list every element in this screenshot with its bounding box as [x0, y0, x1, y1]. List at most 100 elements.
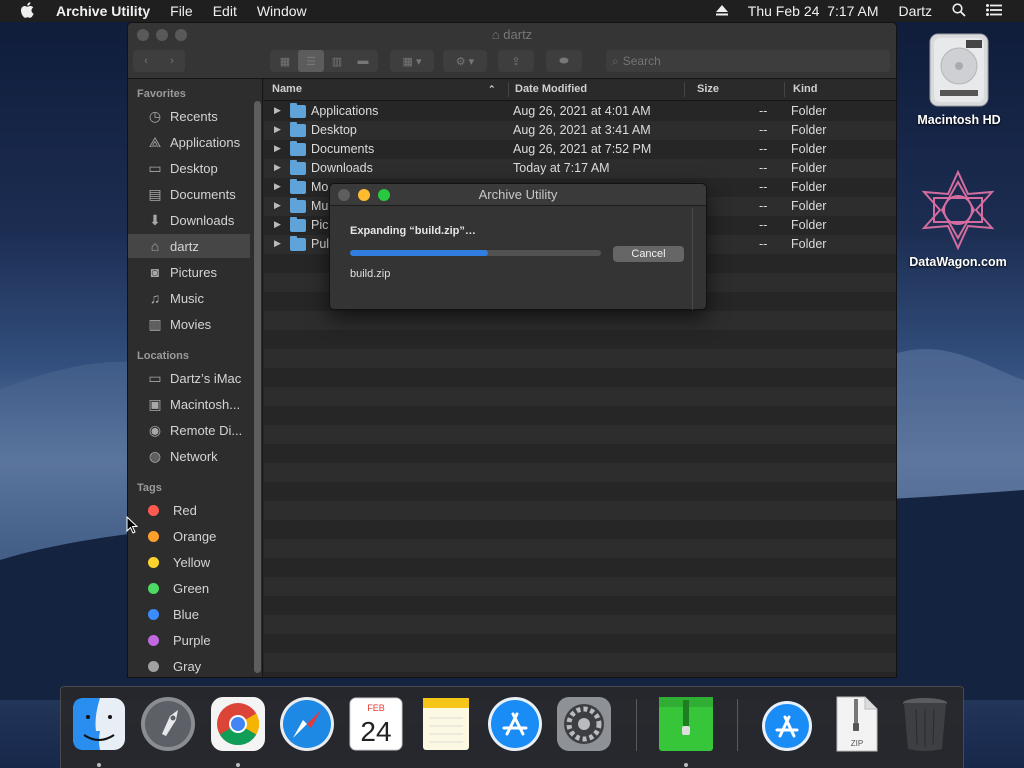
disclosure-triangle-icon[interactable]: ▶: [274, 200, 281, 211]
dock-downloads-stack[interactable]: [759, 696, 815, 752]
sidebar-tag-orange[interactable]: Orange: [128, 524, 250, 548]
sidebar-tag-blue[interactable]: Blue: [128, 602, 250, 626]
disclosure-triangle-icon[interactable]: ▶: [274, 162, 281, 173]
archive-filename: build.zip: [350, 268, 391, 280]
share-button[interactable]: ⇪: [498, 50, 534, 72]
column-view-icon[interactable]: ▥: [324, 50, 350, 72]
action-button[interactable]: ⚙ ▾: [443, 50, 487, 72]
sidebar-item-label: Documents: [170, 186, 236, 202]
icon-view-icon[interactable]: ▦: [272, 50, 298, 72]
control-center-icon[interactable]: [976, 3, 1024, 19]
calendar-icon: FEB 24: [349, 697, 403, 751]
apple-icon[interactable]: [0, 1, 46, 21]
sidebar-item-label: Applications: [170, 134, 241, 150]
menu-app-name[interactable]: Archive Utility: [46, 3, 160, 19]
desktop-icon-datawagon[interactable]: DataWagon.com: [903, 168, 1013, 269]
table-row[interactable]: ▶ Documents Aug 26, 2021 at 7:52 PM -- Folde…: [264, 140, 896, 159]
column-header-size[interactable]: Size: [697, 83, 719, 95]
menu-file[interactable]: File: [160, 3, 203, 19]
sidebar-item-dartz[interactable]: ⌂ dartz: [128, 234, 250, 258]
row-name: Desktop: [311, 123, 357, 137]
column-divider[interactable]: [684, 82, 685, 97]
sort-ascending-icon[interactable]: ⌃: [488, 84, 496, 95]
safari-icon: [280, 697, 334, 751]
disclosure-triangle-icon[interactable]: ▶: [274, 143, 281, 154]
sidebar-item-macintosh-hd[interactable]: ▣ Macintosh...: [128, 392, 250, 416]
row-size: --: [759, 161, 768, 175]
sidebar-tag-green[interactable]: Green: [128, 576, 250, 600]
disclosure-triangle-icon[interactable]: ▶: [274, 105, 281, 116]
disclosure-triangle-icon[interactable]: ▶: [274, 219, 281, 230]
sidebar-item-documents[interactable]: ▤ Documents: [128, 182, 250, 206]
table-row[interactable]: ▶ Desktop Aug 26, 2021 at 3:41 AM -- Folder: [264, 121, 896, 140]
row-size: --: [759, 237, 768, 251]
column-header-name[interactable]: Name: [272, 83, 302, 95]
calendar-month: FEB: [367, 703, 385, 713]
search-input[interactable]: [622, 54, 873, 68]
forward-button[interactable]: ›: [159, 50, 185, 72]
sidebar-item-pictures[interactable]: ◙ Pictures: [128, 260, 250, 284]
menu-user[interactable]: Dartz: [889, 3, 942, 19]
row-name: Pic: [311, 218, 329, 232]
sidebar-item-applications[interactable]: ⟁ Applications: [128, 130, 250, 154]
row-kind: Folder: [791, 161, 827, 175]
search-field[interactable]: ⌕: [606, 50, 890, 72]
desktop-icon-macintosh-hd[interactable]: Macintosh HD: [904, 30, 1014, 127]
dock-archive-utility[interactable]: [658, 696, 714, 752]
row-size: --: [759, 218, 768, 232]
sidebar-header-tags: Tags: [137, 482, 162, 494]
sidebar-tag-purple[interactable]: Purple: [128, 628, 250, 652]
disc-icon: ◉: [148, 421, 162, 438]
sidebar-item-music[interactable]: ♫ Music: [128, 286, 250, 310]
column-header-date[interactable]: Date Modified: [515, 83, 587, 95]
row-kind: Folder: [791, 123, 827, 137]
sidebar-tag-red[interactable]: Red: [128, 498, 250, 522]
disclosure-triangle-icon[interactable]: ▶: [274, 238, 281, 249]
column-header-kind[interactable]: Kind: [793, 83, 817, 95]
menu-edit[interactable]: Edit: [203, 3, 247, 19]
back-button[interactable]: ‹: [133, 50, 159, 72]
column-divider[interactable]: [508, 82, 509, 97]
dock-launchpad[interactable]: [140, 696, 196, 752]
cancel-button[interactable]: Cancel: [613, 246, 684, 262]
sidebar-item-movies[interactable]: ▥ Movies: [128, 312, 250, 336]
table-row[interactable]: ▶ Downloads Today at 7:17 AM -- Folder: [264, 159, 896, 178]
menu-window[interactable]: Window: [247, 3, 317, 19]
sidebar-item-label: Network: [170, 448, 218, 464]
disclosure-triangle-icon[interactable]: ▶: [274, 124, 281, 135]
dock-trash[interactable]: [897, 696, 953, 752]
list-view-icon[interactable]: ☰: [298, 50, 324, 72]
dock-safari[interactable]: [279, 696, 335, 752]
dock-calendar[interactable]: FEB 24: [348, 696, 404, 752]
gallery-view-icon[interactable]: ▬: [350, 50, 376, 72]
sidebar-item-desktop[interactable]: ▭ Desktop: [128, 156, 250, 180]
sidebar-item-downloads[interactable]: ⬇ Downloads: [128, 208, 250, 232]
window-title: ⌂ dartz: [128, 27, 896, 42]
menu-clock[interactable]: Thu Feb 24 7:17 AM: [738, 3, 889, 19]
dock-system-preferences[interactable]: [556, 696, 612, 752]
sidebar-item-remote-disc[interactable]: ◉ Remote Di...: [128, 418, 250, 442]
dock-zip-file[interactable]: ZIP: [828, 696, 884, 752]
dock-app-store[interactable]: [487, 696, 543, 752]
group-by-button[interactable]: ▦ ▾: [390, 50, 434, 72]
dock-chrome[interactable]: [210, 696, 266, 752]
sidebar-item-imac[interactable]: ▭ Dartz’s iMac: [128, 366, 250, 390]
app-store-icon: [762, 701, 812, 751]
sidebar-item-recents[interactable]: ◷ Recents: [128, 104, 250, 128]
sidebar-tag-yellow[interactable]: Yellow: [128, 550, 250, 574]
dock-finder[interactable]: [71, 696, 127, 752]
menu-bar: Archive Utility File Edit Window Thu Feb…: [0, 0, 1024, 22]
group-icon: ▦ ▾: [402, 55, 422, 68]
sidebar-scrollbar[interactable]: [254, 101, 261, 673]
sidebar-item-network[interactable]: ◍ Network: [128, 444, 250, 468]
tag-button[interactable]: ⬬: [546, 50, 582, 72]
disclosure-triangle-icon[interactable]: ▶: [274, 181, 281, 192]
download-icon: ⬇: [149, 211, 161, 228]
dock-notes[interactable]: [418, 696, 474, 752]
eject-icon[interactable]: [706, 3, 738, 19]
spotlight-search-icon[interactable]: [942, 2, 976, 20]
column-divider[interactable]: [784, 82, 785, 97]
table-row[interactable]: ▶ Applications Aug 26, 2021 at 4:01 AM -- Fo…: [264, 102, 896, 121]
finder-icon: [73, 698, 125, 750]
sidebar-tag-gray[interactable]: Gray: [128, 654, 250, 677]
